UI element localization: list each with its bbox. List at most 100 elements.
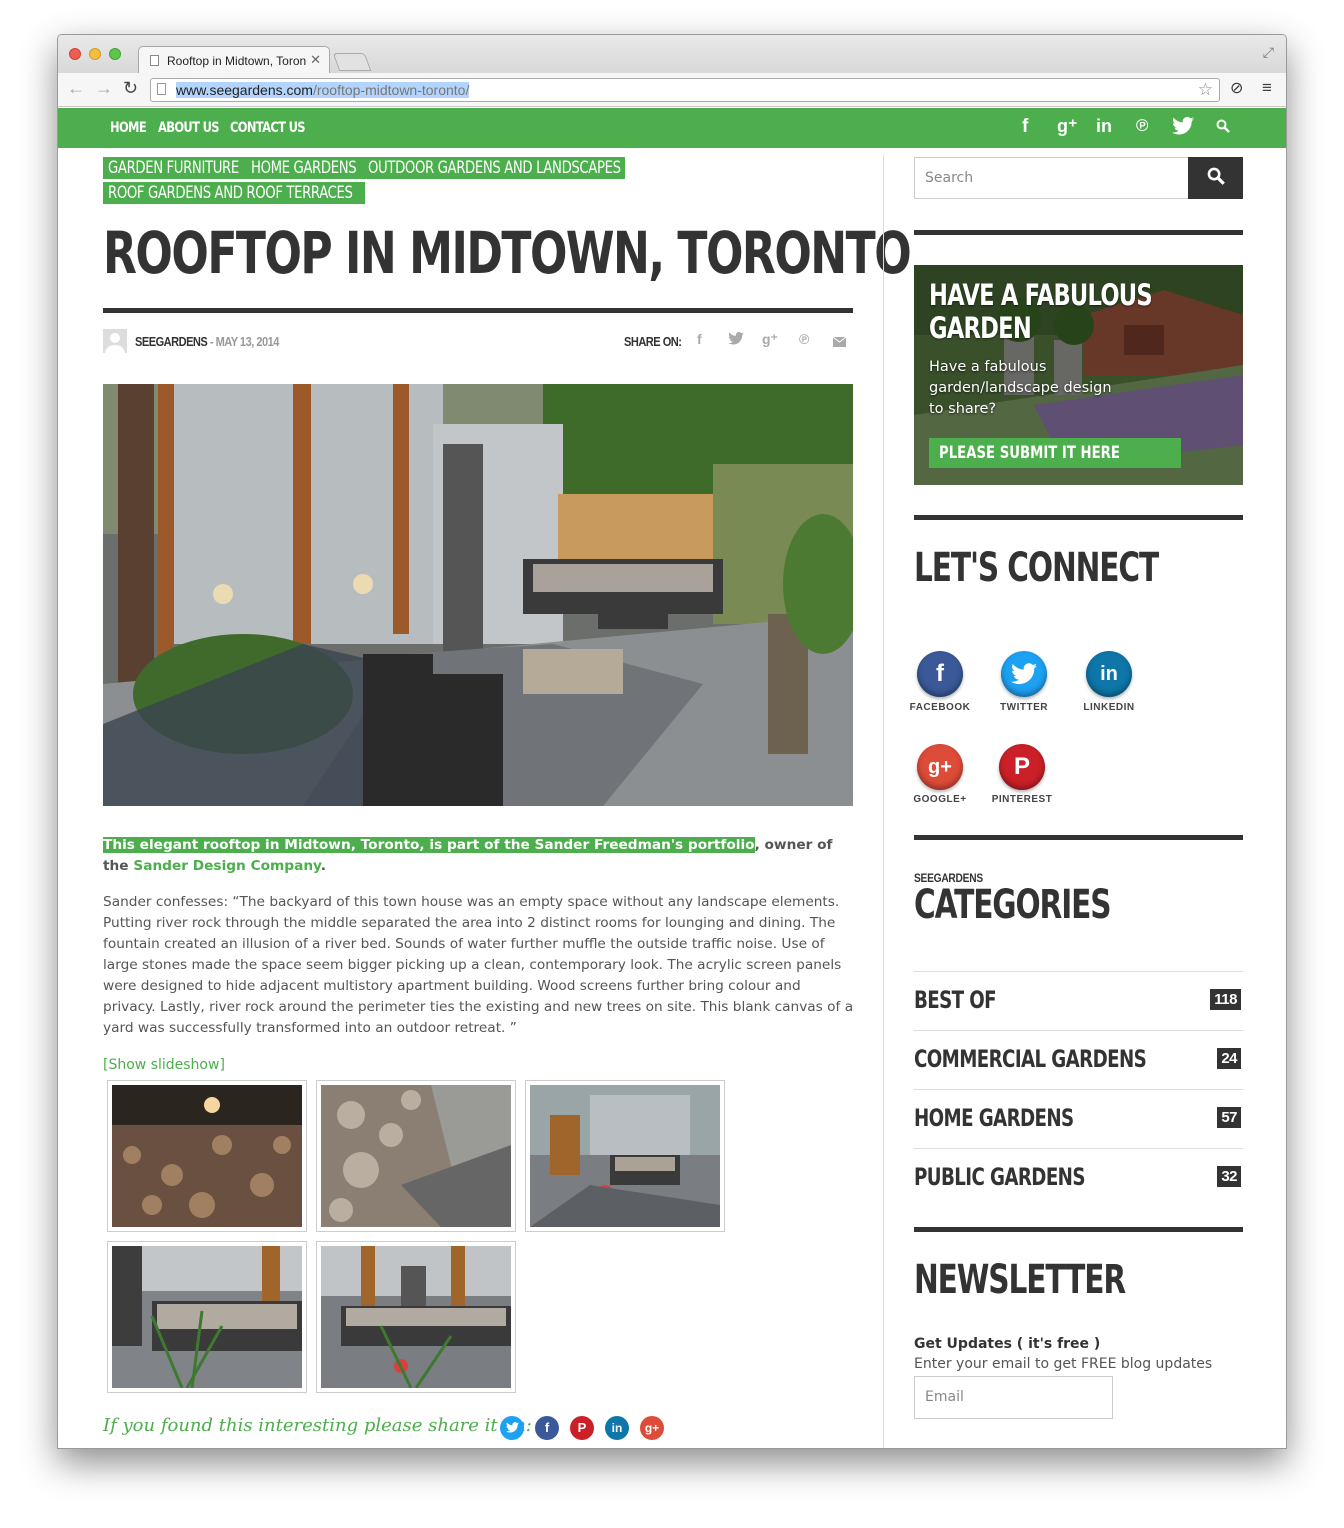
- sofa-photo: [112, 1246, 302, 1388]
- nav-home[interactable]: HOME: [110, 120, 147, 136]
- bookmark-star-icon[interactable]: ☆: [1198, 80, 1213, 100]
- page-title: ROOFTOP IN MIDTOWN, TORONTO: [103, 219, 912, 287]
- intro-paragraph: This elegant rooftop in Midtown, Toronto…: [103, 835, 855, 877]
- hero-image: [103, 384, 853, 806]
- linkedin-icon[interactable]: in: [1086, 651, 1132, 697]
- google-plus-label: GOOGLE+: [913, 794, 967, 805]
- extension-icon[interactable]: ⊘: [1230, 78, 1243, 98]
- google-plus-icon[interactable]: g⁺: [762, 331, 778, 348]
- google-plus-icon[interactable]: g+: [917, 744, 963, 790]
- pinterest-label: PINTEREST: [991, 794, 1053, 805]
- newsletter-text: Enter your email to get FREE blog update…: [914, 1356, 1213, 1372]
- twitter-icon[interactable]: [728, 332, 744, 348]
- browser-window: Rooftop in Midtown, Toron ✕ ⤢ ← → ↻ www.…: [57, 34, 1287, 1449]
- category-row[interactable]: COMMERCIAL GARDENS 24: [914, 1030, 1243, 1089]
- category-tag-label: ROOF GARDENS AND ROOF TERRACES: [108, 183, 353, 203]
- submit-garden-button[interactable]: PLEASE SUBMIT IT HERE: [929, 438, 1181, 468]
- facebook-icon[interactable]: f: [1022, 116, 1028, 138]
- submit-garden-promo[interactable]: HAVE A FABULOUS GARDEN Have a fabulous g…: [914, 265, 1243, 485]
- category-tag-label: OUTDOOR GARDENS AND LANDSCAPES: [368, 158, 621, 178]
- post-date: - MAY 13, 2014: [207, 334, 280, 349]
- title-divider: [103, 308, 853, 313]
- facebook-label: FACEBOOK: [909, 702, 971, 713]
- connect-title: LET'S CONNECT: [914, 545, 1159, 591]
- url-selection: www.seegardens.com/rooftop-midtown-toron…: [176, 82, 470, 98]
- new-tab-button[interactable]: [332, 53, 372, 71]
- show-slideshow-link[interactable]: [Show slideshow]: [103, 1057, 225, 1073]
- gallery-thumbnail[interactable]: [316, 1080, 516, 1232]
- sander-design-link[interactable]: Sander Design Company: [133, 858, 320, 874]
- minimize-window-button[interactable]: [89, 48, 101, 60]
- sidebar-rule: [914, 230, 1243, 235]
- category-tag[interactable]: OUTDOOR GARDENS AND LANDSCAPES: [363, 157, 625, 179]
- submit-button-label: PLEASE SUBMIT IT HERE: [939, 443, 1120, 463]
- search-button[interactable]: [1188, 157, 1243, 199]
- promo-heading: HAVE A FABULOUS GARDEN: [929, 278, 1153, 345]
- forward-icon[interactable]: →: [95, 78, 113, 99]
- back-icon[interactable]: ←: [67, 78, 85, 99]
- pinterest-icon[interactable]: ℗: [1136, 116, 1149, 136]
- twitter-icon[interactable]: [1172, 116, 1194, 142]
- facebook-icon[interactable]: f: [535, 1416, 559, 1440]
- gallery-thumbnail[interactable]: [525, 1080, 725, 1232]
- share-label: SHARE ON:: [624, 334, 682, 349]
- avatar: [103, 329, 127, 353]
- pinterest-icon[interactable]: P: [570, 1416, 594, 1440]
- category-tag[interactable]: ROOF GARDENS AND ROOF TERRACES: [103, 182, 365, 204]
- category-row[interactable]: HOME GARDENS 57: [914, 1089, 1243, 1148]
- body-paragraph: Sander confesses: “The backyard of this …: [103, 894, 854, 1036]
- category-name: COMMERCIAL GARDENS: [914, 1045, 1147, 1073]
- address-bar[interactable]: www.seegardens.com/rooftop-midtown-toron…: [150, 78, 1220, 102]
- reload-icon[interactable]: ↻: [123, 78, 138, 99]
- author-name[interactable]: SEEGARDENS: [135, 334, 208, 349]
- page-icon: [150, 55, 159, 66]
- nav-about-us[interactable]: ABOUT US: [158, 120, 220, 136]
- category-name: BEST OF: [914, 986, 997, 1014]
- category-count: 118: [1210, 989, 1241, 1010]
- browser-tabstrip: Rooftop in Midtown, Toron ✕ ⤢: [58, 35, 1286, 73]
- sidebar-rule: [914, 515, 1243, 520]
- browser-toolbar: ← → ↻ www.seegardens.com/rooftop-midtown…: [58, 73, 1286, 107]
- twitter-icon[interactable]: [500, 1416, 524, 1440]
- search-icon[interactable]: [1216, 117, 1230, 139]
- category-count: 24: [1217, 1048, 1241, 1069]
- category-count: 57: [1217, 1107, 1241, 1128]
- twitter-icon[interactable]: [1001, 651, 1047, 697]
- google-plus-icon[interactable]: g+: [640, 1416, 664, 1440]
- linkedin-label: LINKEDIN: [1083, 702, 1135, 713]
- post-meta: SEEGARDENS - MAY 13, 2014: [135, 334, 279, 349]
- email-field[interactable]: Email: [914, 1376, 1113, 1419]
- category-tag-label: GARDEN FURNITURE: [108, 158, 239, 178]
- gallery-thumbnail[interactable]: [107, 1080, 307, 1232]
- sidebar-rule: [914, 835, 1243, 840]
- sidebar-rule: [914, 1227, 1243, 1232]
- search-icon: [1207, 167, 1225, 185]
- facebook-icon[interactable]: f: [697, 331, 702, 347]
- river-rock-photo: [112, 1085, 302, 1227]
- tab-title: Rooftop in Midtown, Toron: [167, 54, 307, 68]
- facebook-icon[interactable]: f: [917, 651, 963, 697]
- fullscreen-icon[interactable]: ⤢: [1263, 44, 1274, 61]
- linkedin-icon[interactable]: in: [1096, 116, 1112, 137]
- gallery-thumbnail[interactable]: [107, 1241, 307, 1393]
- browser-tab[interactable]: Rooftop in Midtown, Toron ✕: [138, 46, 330, 73]
- email-icon[interactable]: [832, 334, 847, 350]
- linkedin-icon[interactable]: in: [605, 1416, 629, 1440]
- pinterest-icon[interactable]: ℗: [799, 331, 809, 347]
- google-plus-icon[interactable]: g⁺: [1057, 116, 1078, 137]
- nav-contact-us[interactable]: CONTACT US: [230, 120, 306, 136]
- newsletter-heading: Get Updates ( it's free ): [914, 1336, 1101, 1352]
- close-tab-icon[interactable]: ✕: [310, 52, 321, 68]
- search-input[interactable]: Search: [914, 157, 1189, 199]
- category-name: PUBLIC GARDENS: [914, 1163, 1085, 1191]
- categories-title: CATEGORIES: [914, 882, 1112, 928]
- maximize-window-button[interactable]: [109, 48, 121, 60]
- pinterest-icon[interactable]: P: [999, 744, 1045, 790]
- category-row[interactable]: PUBLIC GARDENS 32: [914, 1148, 1243, 1207]
- close-window-button[interactable]: [69, 48, 81, 60]
- gallery-thumbnail[interactable]: [316, 1241, 516, 1393]
- menu-icon[interactable]: ≡: [1262, 78, 1272, 98]
- category-count: 32: [1217, 1166, 1241, 1187]
- sidebar-divider: [883, 155, 884, 1448]
- category-row[interactable]: BEST OF 118: [914, 971, 1243, 1030]
